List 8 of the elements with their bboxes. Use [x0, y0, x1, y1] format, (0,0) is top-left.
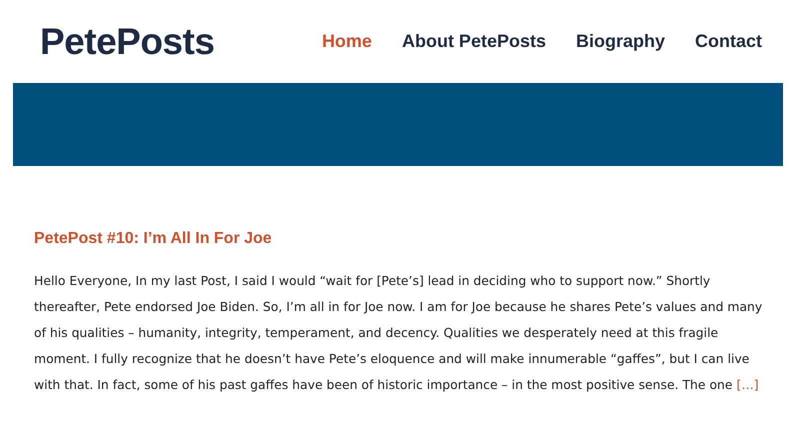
site-logo[interactable]: PetePosts: [40, 20, 214, 62]
read-more-link[interactable]: […]: [736, 377, 759, 392]
post-title[interactable]: PetePost #10: I’m All In For Joe: [34, 230, 770, 248]
nav-link[interactable]: Home: [322, 31, 372, 52]
nav-link[interactable]: Biography: [576, 31, 665, 52]
nav-link[interactable]: About PetePosts: [402, 31, 546, 52]
post-excerpt: Hello Everyone, In my last Post, I said I would “wait for [Pete’s] lead in deciding who to support now.” Shortly thereafter, Pete endorsed Joe Biden. So, I’m all in for Joe now. I am for Joe because he shares Pete’s values and many of his qualities – humanity, integrity, temperament, and decency. Qualities we desperately need at this fragile moment. I fully recognize that he doesn’t have Pete’s eloquence and will make innumerable “gaffes”, but I can live with that. In fact, some of his past gaffes have been of historic importance – in the most positive sense. The one […]: [34, 272, 764, 394]
nav-link[interactable]: Contact: [695, 31, 762, 52]
